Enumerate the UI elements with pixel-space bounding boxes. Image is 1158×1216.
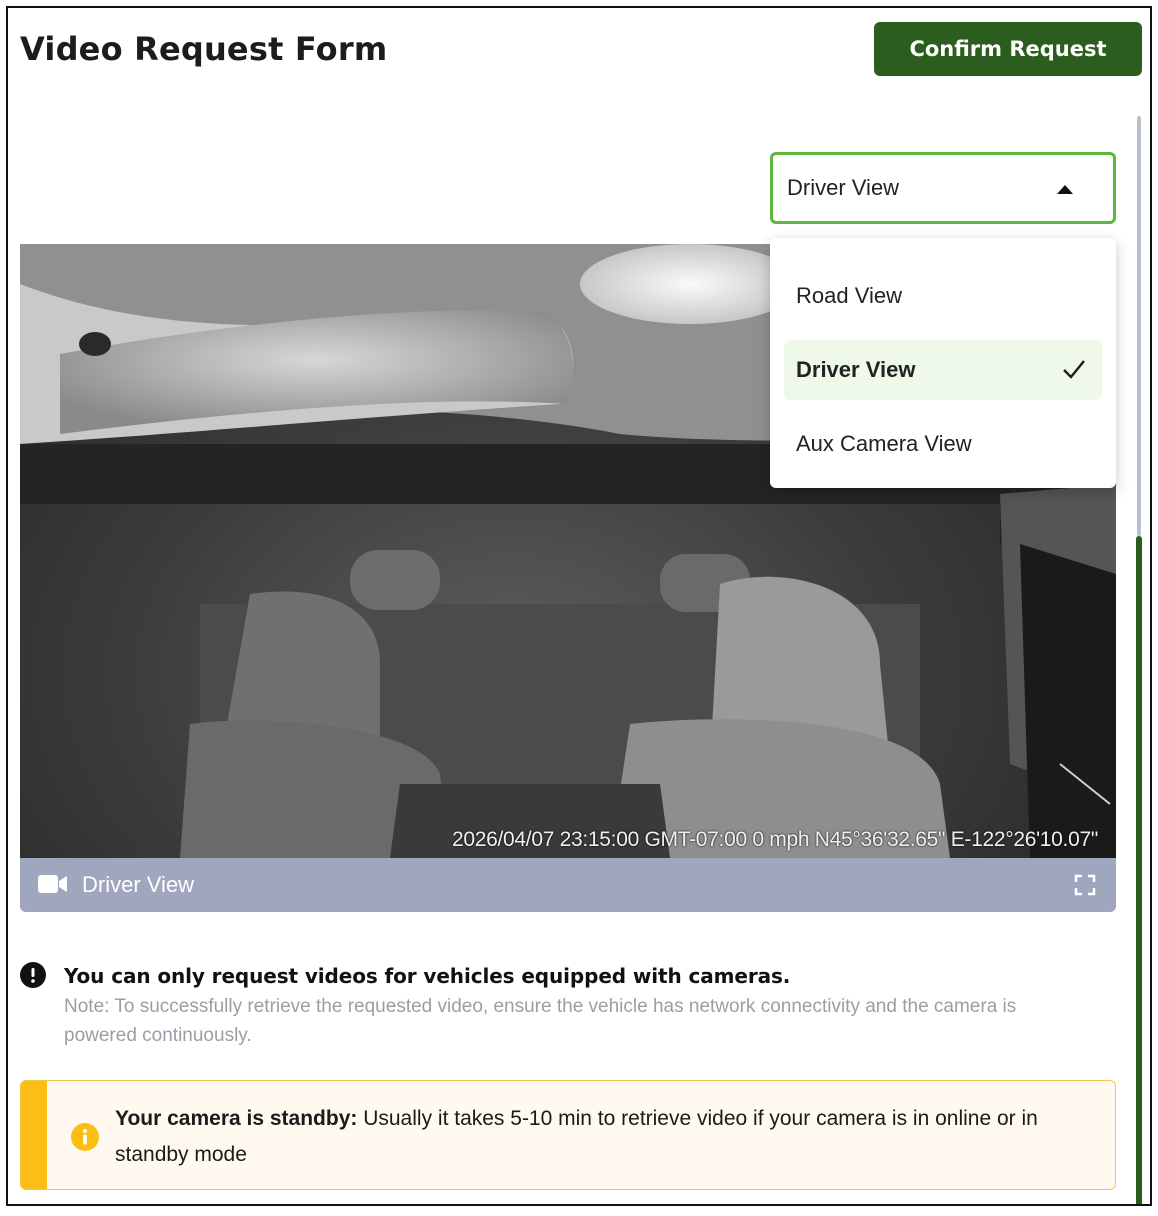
confirm-request-button[interactable]: Confirm Request xyxy=(874,22,1142,76)
video-view-label: Driver View xyxy=(82,872,195,897)
menu-item-label: Driver View xyxy=(796,357,916,382)
alert-icon xyxy=(20,962,46,988)
page-title: Video Request Form xyxy=(20,30,388,68)
camera-view-menu: Road View Driver View Aux Camera View xyxy=(770,238,1116,488)
app-frame: Video Request Form Confirm Request 2026/… xyxy=(6,6,1152,1206)
scrollbar-track-light xyxy=(1137,116,1141,536)
camera-view-select-value: Driver View xyxy=(787,175,900,200)
menu-item-label: Road View xyxy=(796,283,902,308)
video-camera-icon xyxy=(38,875,67,893)
menu-item-label: Aux Camera View xyxy=(796,431,972,456)
notice-note: Note: To successfully retrieve the reque… xyxy=(64,996,1017,1046)
menu-item-road-view[interactable]: Road View xyxy=(784,266,1102,326)
scrollbar-thumb[interactable] xyxy=(1136,536,1142,1204)
camera-view-select[interactable]: Driver View xyxy=(770,152,1116,224)
menu-item-aux-camera-view[interactable]: Aux Camera View xyxy=(784,414,1102,474)
standby-warning: Your camera is standby: Usually it takes… xyxy=(20,1080,1116,1190)
warning-bold: Your camera is standby: xyxy=(115,1107,358,1130)
caret-up-icon xyxy=(1057,185,1073,194)
menu-item-driver-view[interactable]: Driver View xyxy=(784,340,1102,400)
video-caption-bar: Driver View xyxy=(20,858,1116,912)
warning-stripe xyxy=(21,1081,47,1189)
info-icon xyxy=(71,1123,99,1151)
warning-message: Your camera is standby: Usually it takes… xyxy=(115,1101,1095,1173)
notice-title: You can only request videos for vehicles… xyxy=(64,964,791,988)
video-timestamp-overlay: 2026/04/07 23:15:00 GMT-07:00 0 mph N45°… xyxy=(451,828,1098,851)
check-icon xyxy=(1063,360,1085,379)
fullscreen-icon[interactable] xyxy=(1074,874,1096,896)
